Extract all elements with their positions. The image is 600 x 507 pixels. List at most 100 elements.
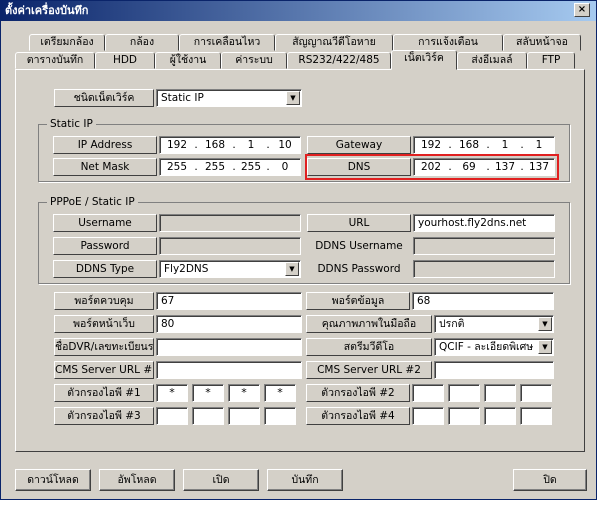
mask-octet-3: 255 [240,161,262,173]
ip-filter-2-cell[interactable] [448,384,480,402]
static-ip-title: Static IP [47,118,96,130]
ip-filter-2-cell[interactable] [520,384,552,402]
ip-octet-2: 168 [204,139,226,151]
username-label: Username [53,214,157,232]
gateway-label: Gateway [307,136,411,154]
net-mask-field[interactable]: 255. 255. 255. 0 [159,158,301,176]
ip-filter-3-cell[interactable] [264,407,296,425]
cms2-label: CMS Server URL #2 [306,361,432,379]
tab-video-loss[interactable]: สัญญาณวีดีโอหาย [275,34,393,51]
ip-filter-2-cell[interactable] [484,384,516,402]
ddns-type-value: Fly2DNS [164,263,209,275]
settings-window: ตั้งค่าเครื่องบันทึก × เตรียมกล้อง กล้อง… [0,0,597,500]
net-mask-label: Net Mask [53,158,157,176]
video-stream-value: QCIF - ละเอียดพิเศษ [439,341,534,353]
ddns-password-label: DDNS Password [317,263,401,275]
ip-filter-2 [412,384,558,402]
pppoe-title: PPPoE / Static IP [47,196,138,208]
close-button[interactable]: ปิด [513,469,587,491]
ip-filter-1-cell[interactable]: * [192,384,224,402]
mobile-quality-value: ปรกติ [439,318,465,330]
mask-octet-1: 255 [166,161,188,173]
mobile-quality-select[interactable]: ปรกติ ▼ [434,315,554,333]
ddns-type-label: DDNS Type [53,260,157,278]
ip-dot: . [194,139,198,151]
ip-filter-4-cell[interactable] [484,407,516,425]
tab-screen-switch[interactable]: สลับหน้าจอ [503,34,581,51]
tab-ftp[interactable]: FTP [527,52,575,69]
video-stream-select[interactable]: QCIF - ละเอียดพิเศษ ▼ [434,338,554,356]
cms2-field[interactable] [434,361,554,379]
tab-system[interactable]: ค่าระบบ [221,52,287,69]
data-port-field[interactable]: 68 [412,292,554,310]
username-field[interactable] [159,214,301,232]
tab-network[interactable]: เน็ตเวิร์ค [391,50,457,70]
ip-filter-4-cell[interactable] [448,407,480,425]
web-port-label: พอร์ตหน้าเว็บ [54,315,154,333]
chevron-down-icon[interactable]: ▼ [538,340,552,354]
mask-octet-2: 255 [204,161,226,173]
tab-rs232[interactable]: RS232/422/485 [287,52,391,69]
video-stream-label: สตรีมวีดีโอ [306,338,432,356]
ip-filter-1-cell[interactable]: * [156,384,188,402]
gw-octet-3: 1 [501,139,509,151]
ip-filter-2-cell[interactable] [412,384,444,402]
download-button[interactable]: ดาวน์โหลด [15,469,91,491]
title-bar: ตั้งค่าเครื่องบันทึก × [1,1,596,21]
dvr-name-label: ชื่อDVR/เลขทะเบียนรถ [54,338,154,356]
static-ip-group: Static IP IP Address 192. 168. 1. 10 Gat… [38,118,570,182]
control-port-field[interactable]: 67 [156,292,302,310]
web-port-field[interactable]: 80 [156,315,302,333]
ddns-type-select[interactable]: Fly2DNS ▼ [159,260,301,278]
cms1-label: CMS Server URL #1 [54,361,154,379]
ddns-username-label: DDNS Username [315,240,403,252]
ip-filter-4-cell[interactable] [412,407,444,425]
data-port-label: พอร์ตข้อมูล [306,292,410,310]
password-field[interactable] [159,237,301,255]
pppoe-group: PPPoE / Static IP Username URL yourhost.… [38,196,570,284]
ip-filter-4-label: ตัวกรองไอพี #4 [306,407,410,425]
ddns-password-field[interactable] [413,260,555,278]
tab-schedule[interactable]: ตารางบันทึก [15,52,95,69]
ip-filter-3-cell[interactable] [192,407,224,425]
mask-octet-4: 0 [281,161,289,173]
ip-filter-1: * * * * [156,384,302,402]
ip-dot: . [194,161,198,173]
chevron-down-icon[interactable]: ▼ [285,262,299,276]
ip-filter-1-cell[interactable]: * [228,384,260,402]
mobile-quality-label: คุณภาพภาพในมือถือ [306,315,432,333]
tab-camera[interactable]: กล้อง [105,34,179,51]
ip-octet-3: 1 [247,139,255,151]
tab-camera-setup[interactable]: เตรียมกล้อง [29,34,105,51]
ip-octet-1: 192 [166,139,188,151]
network-type-select[interactable]: Static IP ▼ [156,89,302,107]
dvr-name-field[interactable] [156,338,302,356]
tab-motion[interactable]: การเคลื่อนไหว [179,34,275,51]
gw-octet-2: 168 [458,139,480,151]
window-title: ตั้งค่าเครื่องบันทึก [5,4,89,17]
ip-filter-1-cell[interactable]: * [264,384,296,402]
save-button[interactable]: บันทึก [267,469,343,491]
tab-email[interactable]: ส่งอีเมลล์ [457,52,527,69]
ddns-username-field[interactable] [413,237,555,255]
chevron-down-icon[interactable]: ▼ [286,91,300,105]
chevron-down-icon[interactable]: ▼ [538,317,552,331]
ip-filter-2-label: ตัวกรองไอพี #2 [306,384,410,402]
network-type-value: Static IP [161,92,204,104]
url-field[interactable]: yourhost.fly2dns.net [413,214,555,232]
close-window-button[interactable]: × [574,3,590,17]
tab-hdd[interactable]: HDD [95,52,155,69]
ip-address-field[interactable]: 192. 168. 1. 10 [159,136,301,154]
tab-users[interactable]: ผู้ใช้งาน [155,52,221,69]
gateway-field[interactable]: 192. 168. 1. 1 [413,136,555,154]
upload-button[interactable]: อัพโหลด [99,469,175,491]
cms1-field[interactable] [156,361,302,379]
control-port-label: พอร์ตควบคุม [54,292,154,310]
tab-alarm[interactable]: การแจ้งเตือน [393,34,503,51]
open-button[interactable]: เปิด [183,469,259,491]
ip-filter-4-cell[interactable] [520,407,552,425]
ip-address-label: IP Address [53,136,157,154]
network-type-label: ชนิดเน็ตเวิร์ค [54,89,154,107]
ip-filter-3-cell[interactable] [228,407,260,425]
ip-filter-3-cell[interactable] [156,407,188,425]
